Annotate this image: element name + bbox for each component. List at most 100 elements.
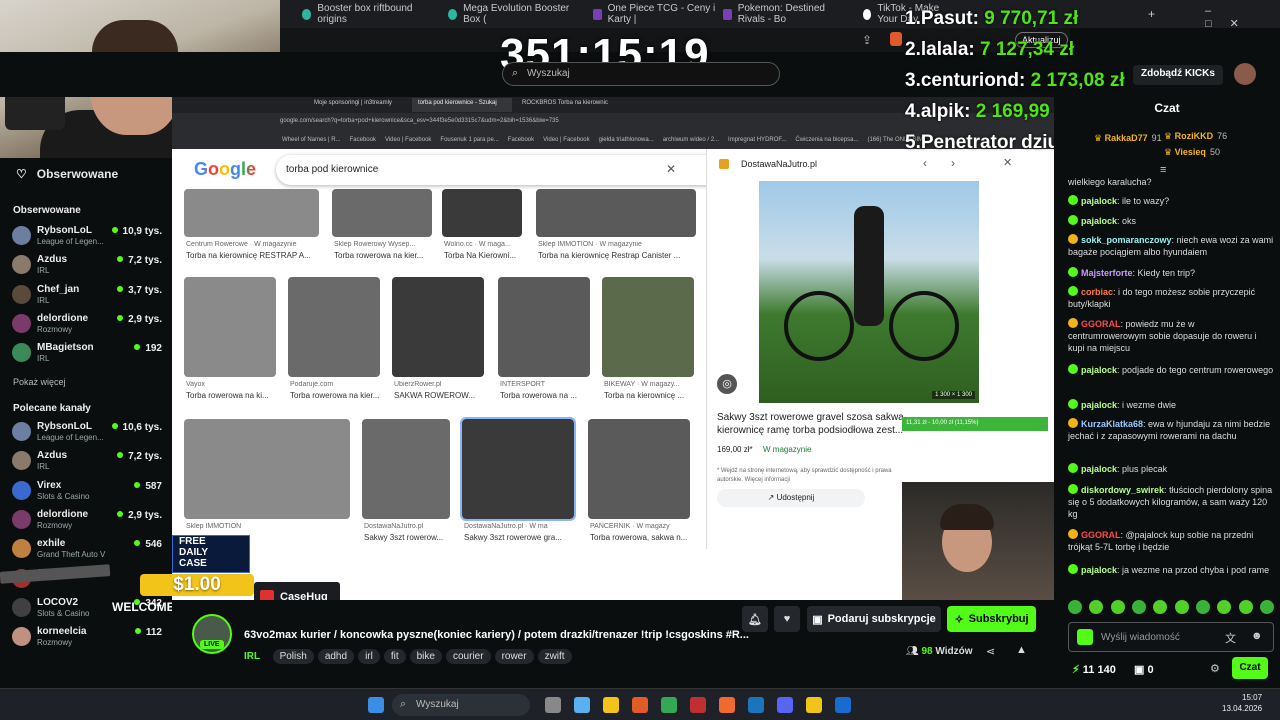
chevron-down-icon[interactable]: ⌄ — [696, 627, 705, 640]
preview-site[interactable]: DostawaNaJutro.pl — [741, 159, 817, 169]
stream-tag[interactable]: adhd — [317, 649, 355, 664]
chat-username[interactable]: diskordowy_swirek — [1081, 485, 1164, 495]
bookmark[interactable]: Fousenuk 1 para pe... — [440, 137, 498, 143]
kick-search-input[interactable]: ⌕ Wyszukaj — [502, 62, 780, 86]
brave-shield-icon[interactable] — [890, 32, 902, 46]
smile-icon[interactable]: ☻ — [1251, 630, 1263, 642]
taskbar-app-icon[interactable] — [574, 697, 590, 713]
chat-username[interactable]: corbiac — [1081, 287, 1113, 297]
bookmark[interactable]: Facebook — [350, 137, 376, 143]
emote-icon[interactable] — [1217, 600, 1232, 614]
taskbar-app-icon[interactable] — [748, 697, 764, 713]
stream-tag[interactable]: rower — [494, 649, 534, 664]
user-avatar[interactable] — [1234, 63, 1256, 85]
emote-icon[interactable] — [1131, 600, 1146, 614]
subscribe-button[interactable]: ✧ Subskrybuj — [947, 606, 1036, 632]
taskbar-search[interactable]: ⌕ Wyszukaj — [392, 694, 530, 716]
sidebar-channel[interactable]: Virex Slots & Casino 587 — [12, 479, 162, 505]
stream-tag[interactable]: zwift — [537, 649, 572, 664]
stream-category[interactable]: IRL — [244, 651, 260, 662]
bookmark[interactable]: Video | Facebook — [543, 137, 589, 143]
bookmark[interactable]: giełda triathlonowa... — [599, 137, 654, 143]
share-button[interactable]: ↗ Udostępnij — [717, 489, 865, 507]
emote-icon[interactable] — [1089, 600, 1104, 614]
chat-input[interactable]: Wyślij wiadomość 文 ☻ — [1068, 622, 1274, 652]
emote-icon[interactable] — [1110, 600, 1125, 614]
sidebar-channel[interactable]: RybsonLoL League of Legen... 10,6 tys. — [12, 420, 162, 446]
browser-tab[interactable]: Pokemon: Destined Rivals - Bo — [715, 3, 855, 25]
stream-tag[interactable]: fit — [383, 649, 406, 664]
google-search-box[interactable]: torba pod kierownice ✕ ⌕ — [276, 155, 766, 185]
emote-icon[interactable] — [1259, 600, 1274, 614]
taskbar-app-icon[interactable] — [603, 697, 619, 713]
chat-username[interactable]: GGORAL — [1081, 530, 1121, 540]
emote-icon[interactable] — [1238, 600, 1253, 614]
sidebar-channel[interactable]: Chef_jan IRL 3,7 tys. — [12, 283, 162, 309]
chat-username[interactable]: pajalock — [1081, 365, 1117, 375]
taskbar-app-icon[interactable] — [632, 697, 648, 713]
chat-username[interactable]: Majsterforte — [1081, 268, 1133, 278]
chat-username[interactable]: pajalock — [1081, 565, 1117, 575]
taskbar-app-icon[interactable] — [835, 697, 851, 713]
show-more-link[interactable]: Pokaż więcej — [13, 377, 66, 387]
taskbar-app-icon[interactable] — [806, 697, 822, 713]
preview-image[interactable]: 1 300 × 1 300 — [759, 181, 979, 403]
bookmark[interactable]: Ćwiczenia na bicepsa... — [795, 137, 858, 143]
report-icon[interactable]: ▲ — [1016, 644, 1027, 656]
taskbar-app-icon[interactable] — [777, 697, 793, 713]
sidebar-channel[interactable]: delordione Rozmowy 2,9 tys. — [12, 312, 162, 338]
clear-icon[interactable]: ✕ — [666, 162, 676, 176]
taskbar-app-icon[interactable] — [661, 697, 677, 713]
chat-username[interactable]: pajalock — [1081, 196, 1117, 206]
stream-video[interactable]: Moje sponsoringi | in3treamly torba pod … — [172, 97, 1054, 600]
prev-arrow-icon[interactable]: ‹ — [923, 156, 927, 170]
bookmark[interactable]: Facebook — [508, 137, 534, 143]
chat-username[interactable]: GGORAL — [1081, 319, 1121, 329]
expand-icon[interactable]: ≡ — [1160, 164, 1166, 176]
chat-username[interactable]: pajalock — [1081, 400, 1117, 410]
preview-title[interactable]: Sakwy 3szt rowerowe gravel szosa sakwa k… — [717, 411, 917, 437]
window-controls[interactable]: –□✕ — [1205, 5, 1280, 30]
sidebar-channel[interactable]: RybsonLoL League of Legen... 10,9 tys. — [12, 224, 162, 250]
stream-tag[interactable]: bike — [409, 649, 442, 664]
stream-tag[interactable]: Polish — [272, 649, 314, 664]
chat-username[interactable]: sokk_pomaranczowy — [1081, 235, 1172, 245]
bookmark[interactable]: Video | Facebook — [385, 137, 431, 143]
share-icon[interactable]: ⋖ — [986, 645, 995, 658]
sidebar-channel[interactable]: MBagietson IRL 192 — [12, 341, 162, 367]
stream-tag[interactable]: irl — [358, 649, 380, 664]
sidebar-channel[interactable]: korneelcia Rozmowy 112 — [12, 625, 162, 651]
browser-tab[interactable]: Booster box riftbound origins — [294, 3, 434, 25]
settings-gear-icon[interactable]: ⚙ — [1210, 662, 1220, 675]
emote-icon[interactable] — [1195, 600, 1210, 614]
taskbar-app-icon[interactable] — [719, 697, 735, 713]
taskbar-app-icon[interactable] — [545, 697, 561, 713]
next-arrow-icon[interactable]: › — [951, 156, 955, 170]
sidebar-header[interactable]: ♡ Obserwowane — [16, 167, 118, 181]
emote-icon[interactable] — [1174, 600, 1189, 614]
windows-start-icon[interactable] — [368, 697, 384, 713]
browser-tab[interactable]: One Piece TCG - Ceny i Karty | — [585, 3, 725, 25]
sidebar-channel[interactable]: Azdus IRL 7,2 tys. — [12, 253, 162, 279]
emote-icon[interactable] — [1068, 600, 1082, 614]
gift-sub-button[interactable]: ▣ Podaruj subskrypcje — [807, 606, 941, 632]
gift-count[interactable]: ▣ 0 — [1134, 663, 1154, 676]
bookmark[interactable]: Wheel of Names | R... — [282, 137, 341, 143]
browser-tab[interactable]: Mega Evolution Booster Box ( — [440, 3, 580, 25]
stream-tag[interactable]: courier — [445, 649, 491, 664]
lens-icon[interactable]: ◎ — [717, 374, 737, 394]
translate-icon[interactable]: 文 — [1225, 630, 1236, 646]
chat-username[interactable]: pajalock — [1081, 464, 1117, 474]
sidebar-channel[interactable]: Azdus IRL 7,2 tys. — [12, 449, 162, 475]
get-kicks-button[interactable]: Zdobądź KICKs — [1133, 65, 1223, 85]
follow-button[interactable]: ♥ — [774, 606, 800, 632]
chat-username[interactable]: pajalock — [1081, 216, 1117, 226]
bookmark[interactable]: archiwum wideo / 2... — [663, 137, 719, 143]
emote-icon[interactable] — [1153, 600, 1168, 614]
emote-icon[interactable] — [1077, 629, 1093, 645]
chat-username[interactable]: KurzaKlatka68 — [1081, 419, 1143, 429]
taskbar-app-icon[interactable] — [690, 697, 706, 713]
channel-points[interactable]: ⚡︎ 11 140 — [1072, 663, 1116, 676]
taskbar-clock[interactable]: 15:07 13.04.2026 — [1222, 692, 1262, 714]
sidebar-channel[interactable]: delordione Rozmowy 2,9 tys. — [12, 508, 162, 534]
